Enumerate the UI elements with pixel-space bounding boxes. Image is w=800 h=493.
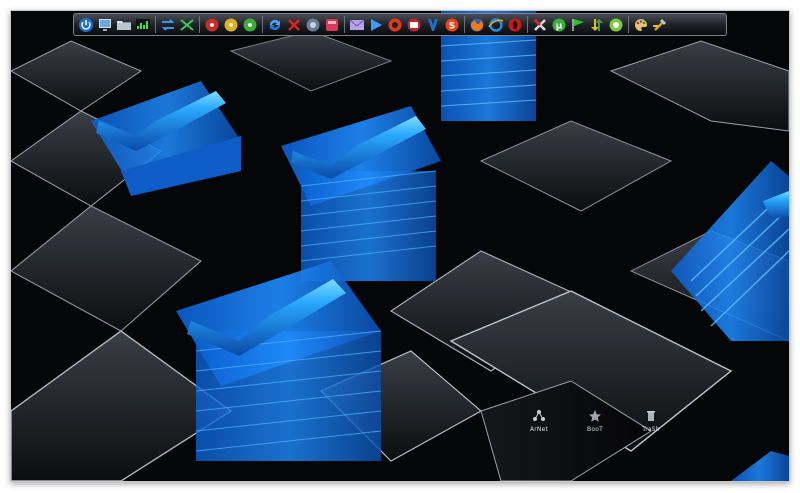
connection-arrows-icon[interactable] bbox=[160, 17, 176, 33]
computer-icon[interactable] bbox=[97, 17, 113, 33]
system-monitor-icon[interactable] bbox=[135, 17, 151, 33]
instant-messenger-icon[interactable] bbox=[425, 17, 441, 33]
disconnect-arrows-icon[interactable] bbox=[179, 17, 195, 33]
play-icon[interactable] bbox=[368, 17, 384, 33]
green-flag-icon[interactable] bbox=[570, 17, 586, 33]
wallpaper bbox=[11, 11, 789, 481]
dock-separator bbox=[199, 16, 200, 33]
svg-text:µ: µ bbox=[556, 21, 563, 31]
desktop-icon-label: BooT bbox=[587, 426, 603, 433]
red-app-icon[interactable] bbox=[324, 17, 340, 33]
desktop-icon-label: ArNet bbox=[529, 426, 549, 433]
dock-separator bbox=[464, 16, 465, 33]
firefox-icon[interactable] bbox=[469, 17, 485, 33]
dock-separator bbox=[262, 16, 263, 33]
wrench-tool-icon[interactable] bbox=[652, 17, 668, 33]
dock-separator bbox=[155, 16, 156, 33]
star-icon bbox=[589, 410, 601, 422]
green-circle-app-icon[interactable] bbox=[608, 17, 624, 33]
desktop-icon-trash[interactable]: TraSh bbox=[631, 409, 671, 433]
svg-text:S: S bbox=[449, 21, 455, 31]
dock-separator bbox=[527, 16, 528, 33]
desktop-icon-label: TraSh bbox=[642, 426, 660, 433]
mail-icon[interactable] bbox=[349, 17, 365, 33]
dock-separator bbox=[344, 16, 345, 33]
globe-gear-icon[interactable] bbox=[305, 17, 321, 33]
internet-explorer-icon[interactable] bbox=[488, 17, 504, 33]
paint-palette-icon[interactable] bbox=[633, 17, 649, 33]
video-icon[interactable] bbox=[406, 17, 422, 33]
power-icon[interactable] bbox=[78, 17, 94, 33]
skype-icon[interactable]: S bbox=[444, 17, 460, 33]
utorrent-icon[interactable]: µ bbox=[551, 17, 567, 33]
network-icon bbox=[533, 410, 545, 421]
top-dock: Sµ bbox=[73, 13, 727, 36]
xchat-icon[interactable] bbox=[532, 17, 548, 33]
yellow-disc-icon[interactable] bbox=[223, 17, 239, 33]
trash-icon bbox=[647, 411, 655, 421]
opera-icon[interactable] bbox=[507, 17, 523, 33]
desktop-icon-boot[interactable]: BooT bbox=[575, 409, 615, 433]
refresh-icon[interactable] bbox=[267, 17, 283, 33]
download-arrows-icon[interactable] bbox=[589, 17, 605, 33]
green-disc-icon[interactable] bbox=[242, 17, 258, 33]
media-player-icon[interactable] bbox=[387, 17, 403, 33]
desktop-window: Sµ ArNet BooT TraSh bbox=[10, 10, 790, 482]
dock-separator bbox=[628, 16, 629, 33]
red-disc-icon[interactable] bbox=[204, 17, 220, 33]
desktop-icon-arnet[interactable]: ArNet bbox=[519, 409, 559, 433]
folder-icon[interactable] bbox=[116, 17, 132, 33]
close-x-icon[interactable] bbox=[286, 17, 302, 33]
